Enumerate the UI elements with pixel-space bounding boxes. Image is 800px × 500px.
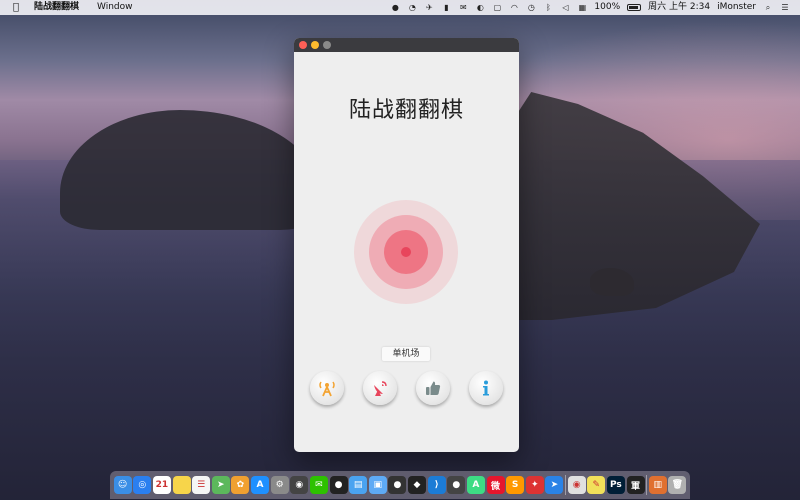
- menu-bar-status: ● ◔ ✈ ▮ ✉ ◐ ▢ ◠ ◷ ᛒ ◁ ▦ 100% 周六 上午 2:34 …: [390, 0, 790, 15]
- documents-icon[interactable]: ▥: [648, 476, 667, 494]
- qq-icon[interactable]: ●: [329, 476, 348, 494]
- like-button[interactable]: [416, 371, 450, 405]
- unity-icon[interactable]: ◆: [408, 476, 426, 494]
- close-button[interactable]: [299, 41, 307, 49]
- menu-datetime[interactable]: 周六 上午 2:34: [648, 0, 710, 15]
- airdrop-icon[interactable]: ◔: [407, 3, 417, 12]
- finder-icon[interactable]: ☺: [113, 476, 132, 494]
- thumbs-up-icon: [426, 381, 441, 395]
- note-status-icon[interactable]: ▢: [492, 3, 502, 12]
- files-icon[interactable]: ▤: [349, 476, 368, 494]
- stickies-icon[interactable]: ✎: [587, 476, 606, 494]
- folder-icon[interactable]: ▣: [368, 476, 387, 494]
- send-icon[interactable]: ✈: [424, 3, 434, 12]
- radar-ring-middle: [369, 215, 443, 289]
- apple-icon[interactable]: : [10, 0, 22, 15]
- system-preferences-icon[interactable]: ⚙: [270, 476, 289, 494]
- wallpaper-island-left: [60, 110, 320, 230]
- window-titlebar[interactable]: [294, 38, 519, 52]
- online-play-button[interactable]: [310, 371, 344, 405]
- menu-app-name[interactable]: 陆战翻翻棋: [34, 0, 79, 15]
- menu-bar:  陆战翻翻棋 Window ● ◔ ✈ ▮ ✉ ◐ ▢ ◠ ◷ ᛒ ◁ ▦ 1…: [0, 0, 800, 15]
- battery-icon[interactable]: [627, 4, 642, 11]
- game-title: 陆战翻翻棋: [348, 98, 464, 123]
- radar-center-dot: [401, 247, 411, 257]
- radar-dish-icon: [374, 381, 387, 396]
- radar-dish-button[interactable]: [363, 371, 397, 405]
- dock-separator: [646, 475, 648, 495]
- dock-separator: [565, 475, 566, 495]
- info-button[interactable]: [469, 371, 503, 405]
- navigation-icon[interactable]: ➤: [545, 476, 564, 494]
- control-center-icon[interactable]: ☰: [780, 3, 790, 12]
- notification-icon[interactable]: ◐: [475, 3, 485, 12]
- android-studio-icon[interactable]: A: [466, 476, 485, 494]
- qq-status-icon[interactable]: ●: [390, 3, 400, 12]
- sublime-icon[interactable]: S: [506, 476, 525, 494]
- menu-user[interactable]: iMonster: [717, 0, 756, 15]
- radar-ring-inner: [384, 230, 428, 274]
- zoom-button: [323, 41, 331, 49]
- bluetooth-icon[interactable]: ᛒ: [543, 3, 553, 12]
- input-method-icon[interactable]: ▦: [577, 3, 587, 12]
- clipboard-icon[interactable]: ▮: [441, 3, 451, 12]
- army-chess-icon[interactable]: 軍: [626, 476, 645, 494]
- wechat-status-icon[interactable]: ✉: [458, 3, 468, 12]
- online-play-icon: [319, 381, 335, 397]
- info-icon: [483, 380, 489, 396]
- minimize-button[interactable]: [311, 41, 319, 49]
- volume-icon[interactable]: ◁: [560, 3, 570, 12]
- wallpaper-rock: [590, 268, 634, 296]
- photoshop-icon[interactable]: Ps: [606, 476, 625, 494]
- drop-icon[interactable]: ●: [447, 476, 466, 494]
- penguin-icon[interactable]: ●: [388, 476, 407, 494]
- radar-indicator[interactable]: [354, 200, 458, 304]
- camera-icon[interactable]: ◉: [290, 476, 309, 494]
- reminders-icon[interactable]: ☰: [192, 476, 211, 494]
- safari-icon[interactable]: ◎: [133, 476, 152, 494]
- trash-icon[interactable]: 🗑: [668, 476, 687, 494]
- maps-icon[interactable]: ➤: [211, 476, 230, 494]
- time-machine-icon[interactable]: ◷: [526, 3, 536, 12]
- action-buttons: [310, 371, 503, 405]
- battery-percent: 100%: [594, 2, 621, 12]
- chrome-icon[interactable]: ◉: [567, 476, 586, 494]
- mode-label: 单机场: [382, 347, 430, 361]
- calendar-icon[interactable]: 21: [152, 476, 171, 494]
- parrot-icon[interactable]: ✦: [525, 476, 544, 494]
- wechat-icon[interactable]: ✉: [309, 476, 328, 494]
- photos-icon[interactable]: ✿: [231, 476, 250, 494]
- app-store-icon[interactable]: A: [251, 476, 269, 494]
- dock: ☺ ◎ 21 ☰ ➤ ✿ A ⚙ ◉ ✉ ● ▤ ▣ ● ◆ ⟩ ● A 微 S ✦ ➤ ◉ ✎ Ps 軍 ▥ 🗑: [110, 471, 690, 499]
- game-window: 陆战翻翻棋 单机场: [294, 38, 519, 452]
- notes-icon[interactable]: [172, 476, 191, 494]
- vscode-icon[interactable]: ⟩: [427, 476, 446, 494]
- search-icon[interactable]: ⌕: [763, 3, 773, 12]
- menu-window[interactable]: Window: [97, 0, 133, 15]
- wifi-icon[interactable]: ◠: [509, 3, 519, 12]
- weibo-icon[interactable]: 微: [486, 476, 505, 494]
